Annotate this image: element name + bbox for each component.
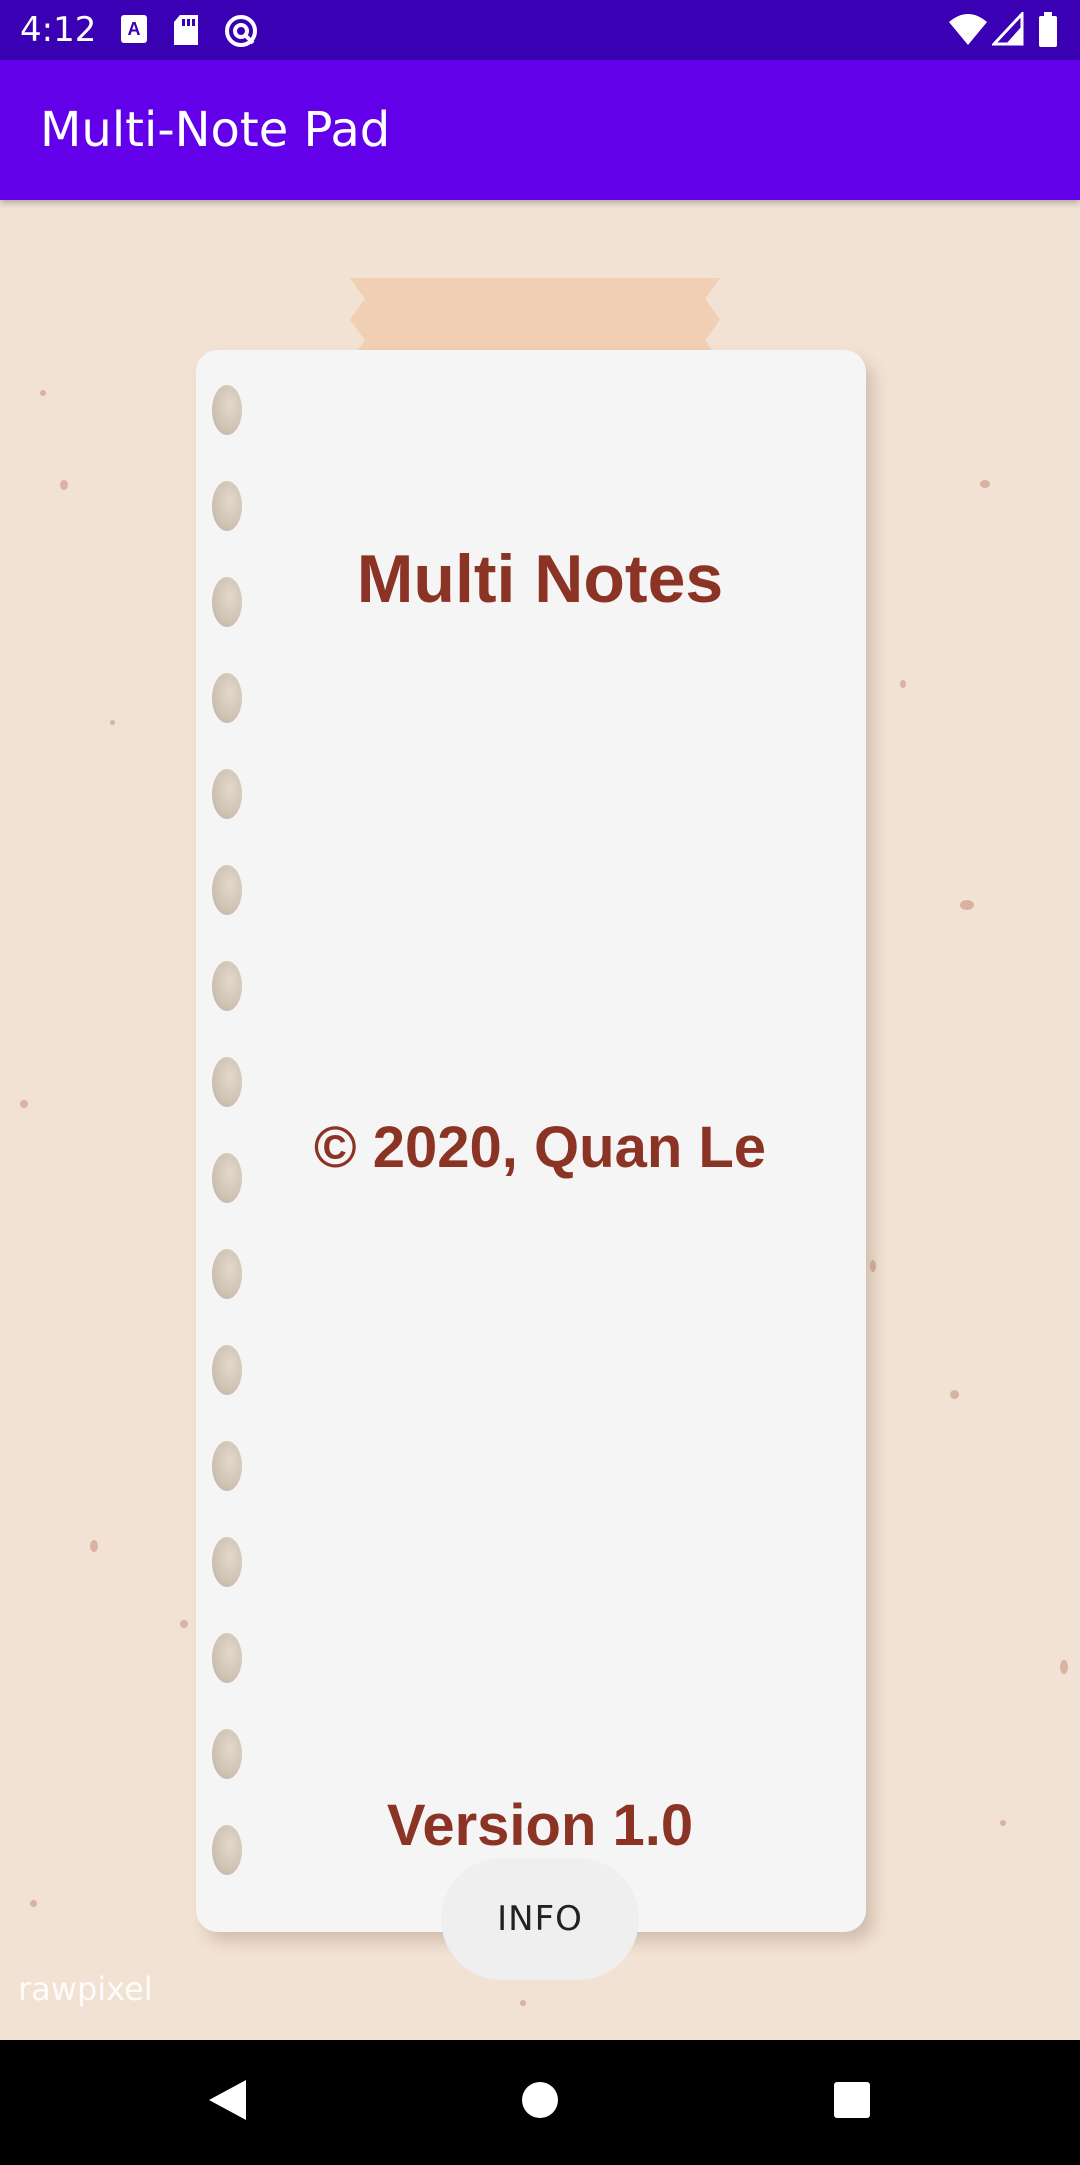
binder-hole [212, 1249, 242, 1299]
battery-icon [1038, 12, 1058, 53]
binder-hole [212, 865, 242, 915]
binder-hole [212, 961, 242, 1011]
binder-hole [212, 1633, 242, 1683]
navigation-bar [0, 2040, 1080, 2160]
info-button[interactable]: INFO [441, 1858, 639, 1980]
app-title: Multi-Note Pad [40, 102, 391, 158]
binder-hole [212, 385, 242, 435]
binder-hole [212, 673, 242, 723]
app-bar: Multi-Note Pad [0, 60, 1080, 200]
binder-hole [212, 1537, 242, 1587]
binder-hole [212, 1441, 242, 1491]
content-background: Multi Notes © 2020, Quan Le Version 1.0 … [0, 200, 1080, 2040]
binder-hole [212, 1057, 242, 1107]
recents-button[interactable] [792, 2040, 912, 2160]
home-icon [522, 2082, 558, 2118]
back-icon [209, 2080, 246, 2120]
wifi-icon [948, 12, 988, 51]
note-title: Multi Notes [356, 541, 724, 617]
sd-card-icon [172, 14, 200, 51]
watermark-logo: rawpixel [18, 1970, 153, 2008]
accessibility-a-icon: A [120, 14, 148, 49]
binder-hole [212, 1345, 242, 1395]
version-text: Version 1.0 [386, 1793, 694, 1858]
status-bar: 4:12 A [0, 0, 1080, 60]
binder-hole [212, 769, 242, 819]
binder-hole [212, 481, 242, 531]
status-time: 4:12 [20, 10, 97, 50]
svg-text:A: A [128, 19, 141, 39]
copyright-text: © 2020, Quan Le [313, 1115, 767, 1180]
do-not-disturb-icon [224, 14, 258, 53]
home-button[interactable] [480, 2040, 600, 2160]
recents-icon [834, 2082, 870, 2118]
back-button[interactable] [166, 2040, 286, 2160]
binder-hole [212, 1729, 242, 1779]
cell-signal-icon [990, 10, 1024, 51]
